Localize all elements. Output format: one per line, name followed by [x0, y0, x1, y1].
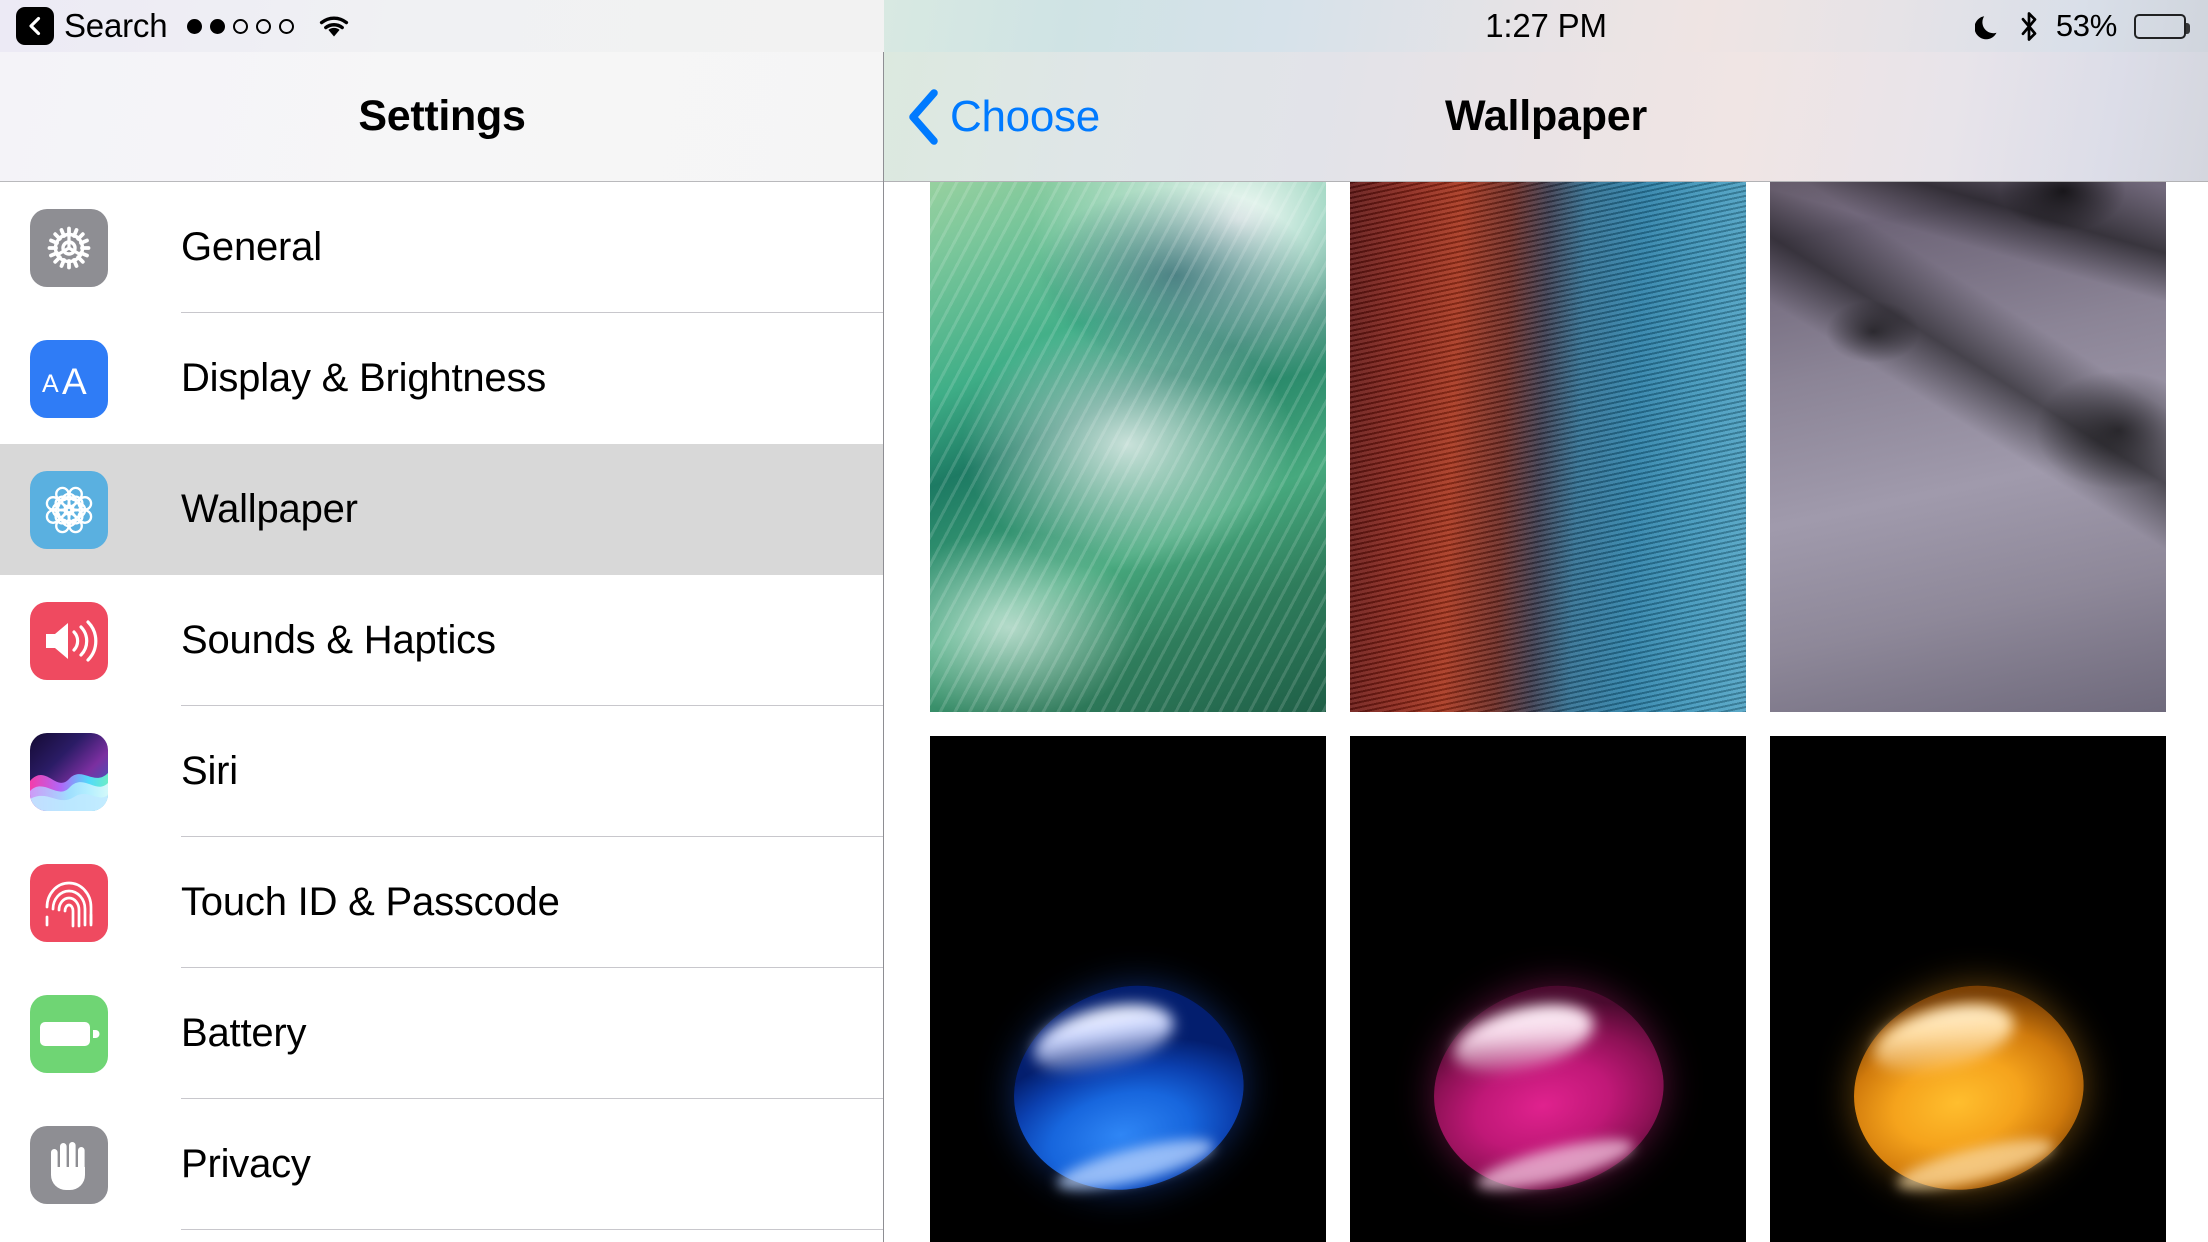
status-bar-indicators: 53% — [1974, 0, 2190, 52]
text-size-icon: AA — [30, 339, 108, 418]
fingerprint-icon — [30, 863, 108, 942]
sidebar-item-wallpaper[interactable]: Wallpaper — [0, 444, 884, 575]
wallpaper-thumbnail[interactable] — [1350, 736, 1746, 1242]
wallpaper-thumbnail[interactable] — [1350, 182, 1746, 712]
moon-icon — [1974, 12, 2002, 41]
sidebar-item-battery[interactable]: Battery — [0, 968, 884, 1099]
sidebar-item-label: Wallpaper — [181, 487, 358, 531]
status-bar: Search 1:27 PM 53% — [0, 0, 2208, 52]
back-to-search-icon[interactable] — [16, 7, 54, 45]
sidebar-item-label: Touch ID & Passcode — [181, 880, 560, 924]
siri-waves-icon — [30, 732, 108, 811]
sidebar-item-siri[interactable]: Siri — [0, 706, 884, 837]
pink-water-drop-art — [1350, 963, 1746, 1213]
speaker-icon — [30, 601, 108, 680]
battery-percent-label: 53% — [2055, 8, 2117, 43]
status-bar-left: Search — [0, 0, 884, 52]
sidebar-item-privacy[interactable]: Privacy — [0, 1099, 884, 1230]
gear-icon — [30, 208, 108, 287]
green-ocean-wave-art — [930, 182, 1326, 712]
flower-icon — [30, 470, 108, 549]
sidebar-item-label: Display & Brightness — [181, 356, 547, 400]
settings-list: General A A Display & Brightness Wallpaper So… — [0, 182, 884, 1230]
sidebar-header: Settings — [0, 52, 884, 182]
wallpaper-grid — [930, 182, 2166, 1242]
sidebar-item-label: General — [181, 225, 322, 269]
split-view-divider — [883, 52, 884, 1242]
water-drop-shape — [1412, 963, 1684, 1213]
sidebar-item-touch-id-passcode[interactable]: Touch ID & Passcode — [0, 837, 884, 968]
wallpaper-thumbnail[interactable] — [930, 182, 1326, 712]
hand-icon — [30, 1125, 108, 1204]
water-drop-shape — [992, 963, 1264, 1213]
navigation-bar: Choose Wallpaper — [884, 52, 2208, 182]
sidebar-item-display-brightness[interactable]: A A Display & Brightness — [0, 313, 884, 444]
chevron-left-icon — [906, 88, 950, 145]
back-button[interactable]: Choose — [906, 52, 1100, 181]
svg-text:A: A — [42, 370, 59, 398]
battery-icon — [30, 994, 108, 1073]
wallpaper-detail-pane: Choose Wallpaper — [884, 52, 2208, 1242]
settings-sidebar: Settings General A A Display & Brightness Wa… — [0, 52, 884, 1242]
page-title: Settings — [358, 92, 526, 140]
status-bar-back-label[interactable]: Search — [64, 7, 168, 45]
bluetooth-icon — [2019, 11, 2039, 42]
sidebar-item-label: Sounds & Haptics — [181, 618, 496, 662]
wifi-icon — [316, 12, 352, 40]
blue-water-drop-art — [930, 963, 1326, 1213]
orange-water-drop-art — [1770, 963, 2166, 1213]
list-separator — [181, 1229, 884, 1230]
ios-settings-screen: Search 1:27 PM 53% Settings General A A … — [0, 0, 2208, 1242]
battery-icon — [2134, 13, 2190, 39]
snowy-mountain-art — [1770, 182, 2166, 712]
sidebar-item-label: Battery — [181, 1011, 307, 1055]
sidebar-item-label: Siri — [181, 749, 238, 793]
wallpaper-thumbnail[interactable] — [1770, 736, 2166, 1242]
sidebar-item-general[interactable]: General — [0, 182, 884, 313]
back-button-label: Choose — [950, 91, 1100, 141]
wallpaper-thumbnail[interactable] — [930, 736, 1326, 1242]
red-blue-dunes-art — [1350, 182, 1746, 712]
sidebar-item-sounds-haptics[interactable]: Sounds & Haptics — [0, 575, 884, 706]
wallpaper-scroll-area[interactable] — [884, 182, 2208, 1242]
cellular-dots-icon — [187, 18, 295, 34]
wallpaper-thumbnail[interactable] — [1770, 182, 2166, 712]
sidebar-item-label: Privacy — [181, 1142, 311, 1186]
svg-text:A: A — [62, 361, 87, 402]
water-drop-shape — [1832, 963, 2104, 1213]
